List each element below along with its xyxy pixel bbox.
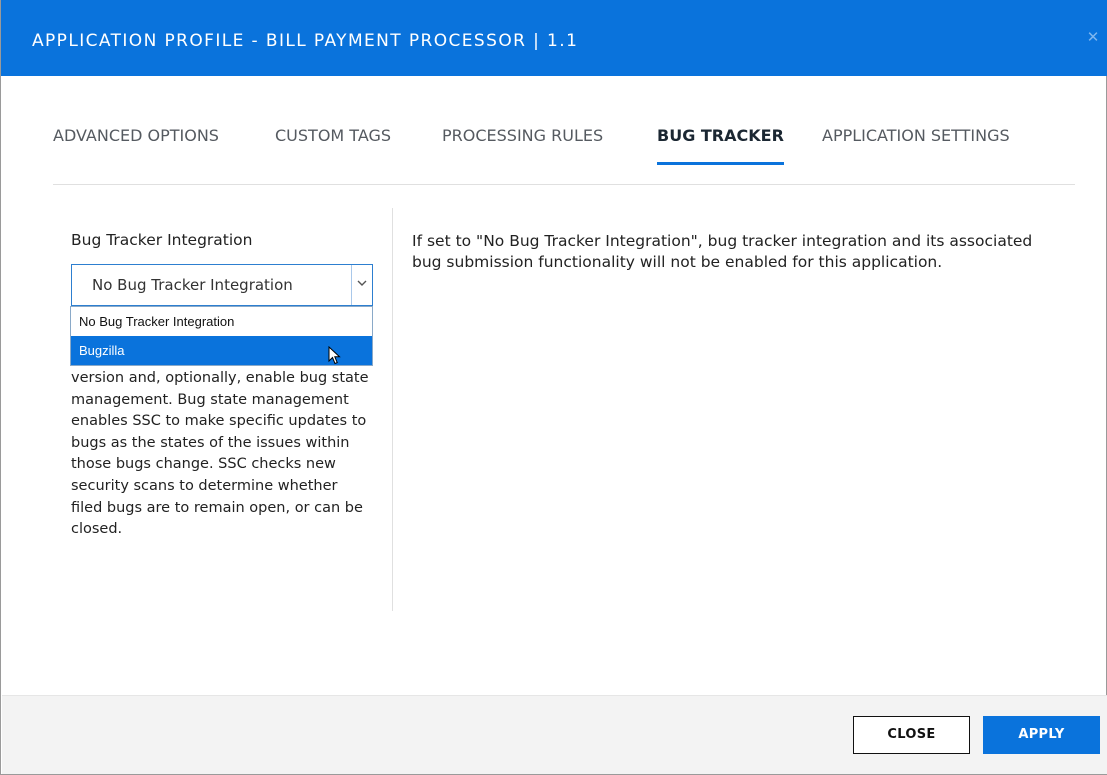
tab-divider <box>53 184 1075 185</box>
bug-tracker-help-text: version and, optionally, enable bug stat… <box>71 370 369 538</box>
application-profile-dialog: APPLICATION PROFILE - BILL PAYMENT PROCE… <box>0 0 1107 775</box>
tab-bug-tracker[interactable]: BUG TRACKER <box>657 122 784 168</box>
chevron-down-icon[interactable] <box>351 265 372 305</box>
bug-tracker-select[interactable]: No Bug Tracker Integration <box>71 264 373 306</box>
tab-application-settings[interactable]: APPLICATION SETTINGS <box>822 122 1010 168</box>
close-button[interactable]: CLOSE <box>853 716 970 754</box>
tab-custom-tags[interactable]: CUSTOM TAGS <box>275 122 391 168</box>
option-no-bug-tracker[interactable]: No Bug Tracker Integration <box>71 307 372 336</box>
mouse-cursor-icon <box>328 346 341 365</box>
tab-advanced-options[interactable]: ADVANCED OPTIONS <box>53 122 219 168</box>
option-bugzilla[interactable]: Bugzilla <box>71 336 372 365</box>
column-divider <box>392 208 393 611</box>
bug-tracker-description: If set to "No Bug Tracker Integration", … <box>412 232 1033 271</box>
close-icon[interactable]: ✕ <box>1085 30 1101 46</box>
bug-tracker-selected-value: No Bug Tracker Integration <box>92 276 293 294</box>
dialog-title: APPLICATION PROFILE - BILL PAYMENT PROCE… <box>32 31 579 51</box>
apply-button[interactable]: APPLY <box>983 716 1100 754</box>
tab-processing-rules[interactable]: PROCESSING RULES <box>442 122 603 168</box>
dialog-title-bar: APPLICATION PROFILE - BILL PAYMENT PROCE… <box>1 0 1107 76</box>
bug-tracker-integration-label: Bug Tracker Integration <box>71 231 253 249</box>
